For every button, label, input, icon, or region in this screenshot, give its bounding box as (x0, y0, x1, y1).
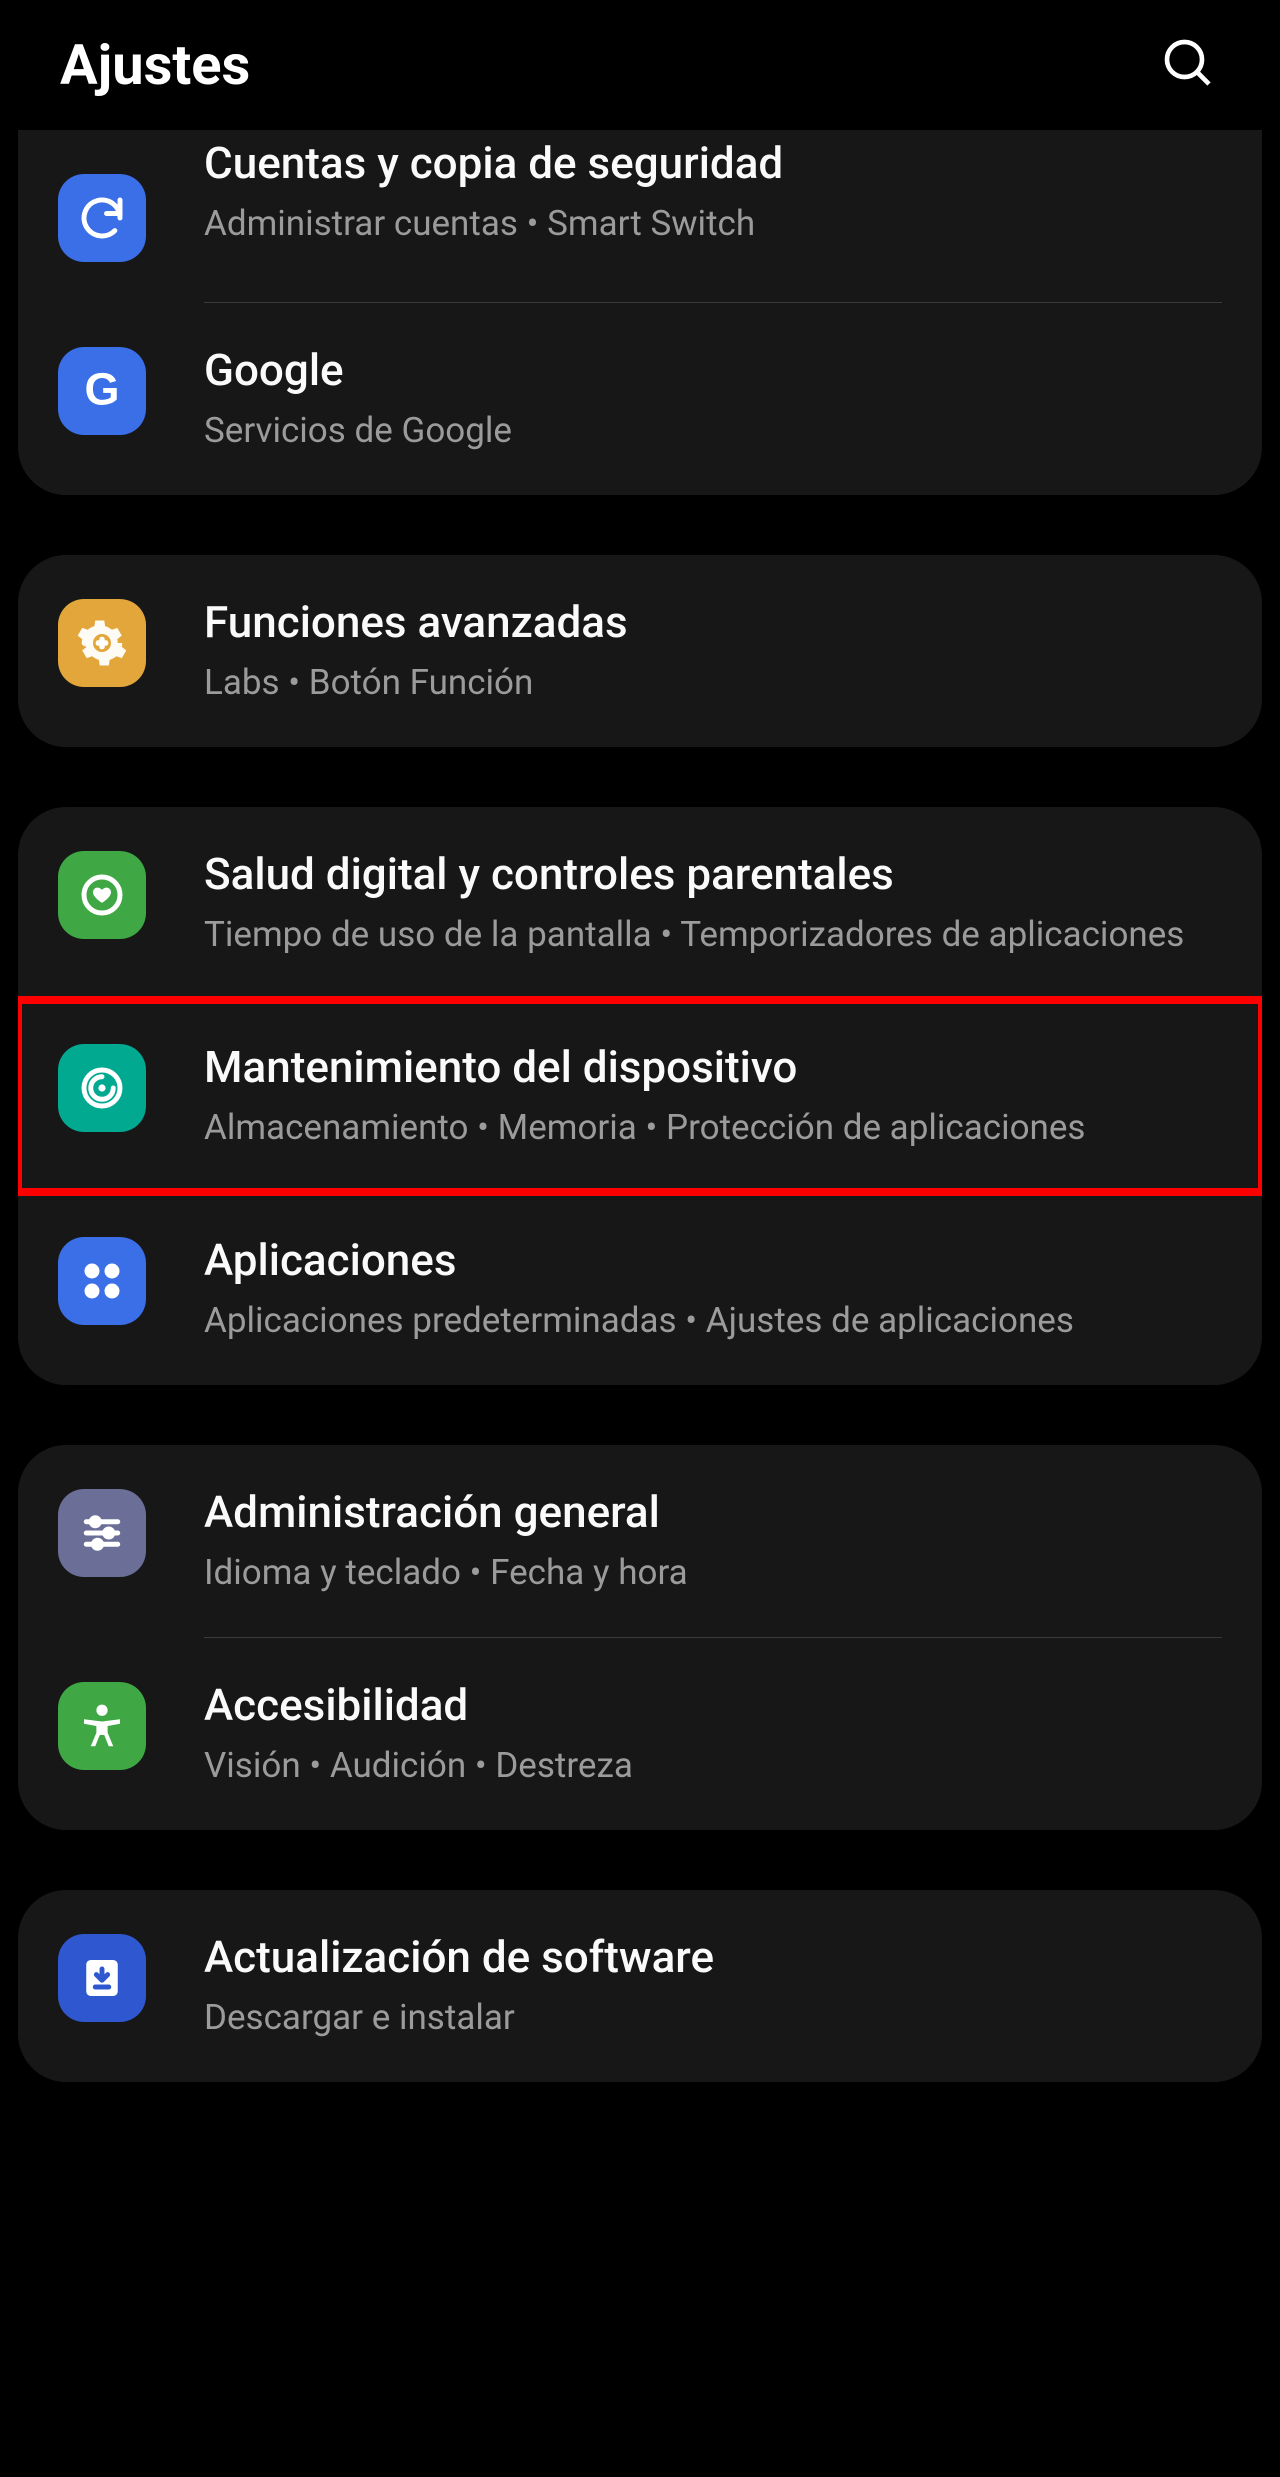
settings-item-subtitle: Tiempo de uso de la pantalla • Temporiza… (204, 910, 1222, 959)
gear-plus-icon (58, 599, 146, 687)
settings-item-content: Funciones avanzadas Labs • Botón Función (146, 595, 1222, 707)
svg-text:G: G (84, 364, 119, 415)
dots4-icon (58, 1237, 146, 1325)
search-icon (1160, 35, 1216, 95)
settings-item-title: Actualización de software (204, 1930, 1222, 1985)
settings-item-content: Google Servicios de Google (146, 343, 1222, 455)
settings-item-content: Aplicaciones Aplicaciones predeterminada… (146, 1233, 1222, 1345)
settings-item-subtitle: Descargar e instalar (204, 1993, 1222, 2042)
settings-item-title: Mantenimiento del dispositivo (204, 1040, 1222, 1095)
settings-item-content: Actualización de software Descargar e in… (146, 1930, 1222, 2042)
settings-item-title: Salud digital y controles parentales (204, 847, 1222, 902)
settings-item-subtitle: Visión • Audición • Destreza (204, 1741, 1222, 1790)
settings-item-title: Aplicaciones (204, 1233, 1222, 1288)
google-icon: G (58, 347, 146, 435)
settings-item-accessibility[interactable]: Accesibilidad Visión • Audición • Destre… (18, 1638, 1262, 1830)
settings-item-general-management[interactable]: Administración general Idioma y teclado … (18, 1445, 1262, 1637)
settings-item-content: Accesibilidad Visión • Audición • Destre… (146, 1678, 1222, 1790)
page-title: Ajustes (60, 32, 250, 98)
settings-item-software-update[interactable]: Actualización de software Descargar e in… (18, 1890, 1262, 2082)
settings-item-subtitle: Labs • Botón Función (204, 658, 1222, 707)
settings-item-apps[interactable]: Aplicaciones Aplicaciones predeterminada… (18, 1193, 1262, 1385)
settings-item-title: Administración general (204, 1485, 1222, 1540)
settings-group: Actualización de software Descargar e in… (18, 1890, 1262, 2082)
settings-item-subtitle: Idioma y teclado • Fecha y hora (204, 1548, 1222, 1597)
settings-item-subtitle: Administrar cuentas • Smart Switch (204, 199, 1222, 248)
settings-group: Salud digital y controles parentales Tie… (18, 807, 1262, 1385)
search-button[interactable] (1156, 33, 1220, 97)
settings-item-content: Administración general Idioma y teclado … (146, 1485, 1222, 1597)
header: Ajustes (0, 0, 1280, 130)
settings-item-google[interactable]: G Google Servicios de Google (18, 303, 1262, 495)
settings-group: Funciones avanzadas Labs • Botón Función (18, 555, 1262, 747)
settings-item-content: Cuentas y copia de seguridad Administrar… (146, 170, 1222, 248)
settings-item-subtitle: Almacenamiento • Memoria • Protección de… (204, 1103, 1222, 1152)
download-icon (58, 1934, 146, 2022)
settings-item-advanced-features[interactable]: Funciones avanzadas Labs • Botón Función (18, 555, 1262, 747)
settings-item-content: Mantenimiento del dispositivo Almacenami… (146, 1040, 1222, 1152)
settings-item-title: Google (204, 343, 1222, 398)
accessibility-icon (58, 1682, 146, 1770)
care-ring-icon (58, 1044, 146, 1132)
settings-item-device-care[interactable]: Mantenimiento del dispositivo Almacenami… (18, 1000, 1262, 1192)
settings-item-digital-wellbeing[interactable]: Salud digital y controles parentales Tie… (18, 807, 1262, 999)
settings-group: Cuentas y copia de seguridad Administrar… (18, 130, 1262, 495)
settings-item-accounts-backup[interactable]: Cuentas y copia de seguridad Administrar… (18, 130, 1262, 302)
settings-item-title: Funciones avanzadas (204, 595, 1222, 650)
settings-item-subtitle: Servicios de Google (204, 406, 1222, 455)
heart-ring-icon (58, 851, 146, 939)
settings-item-content: Salud digital y controles parentales Tie… (146, 847, 1222, 959)
settings-item-title: Cuentas y copia de seguridad (204, 136, 1222, 191)
settings-item-title: Accesibilidad (204, 1678, 1222, 1733)
sync-icon (58, 174, 146, 262)
settings-item-subtitle: Aplicaciones predeterminadas • Ajustes d… (204, 1296, 1222, 1345)
settings-group: Administración general Idioma y teclado … (18, 1445, 1262, 1830)
sliders-icon (58, 1489, 146, 1577)
